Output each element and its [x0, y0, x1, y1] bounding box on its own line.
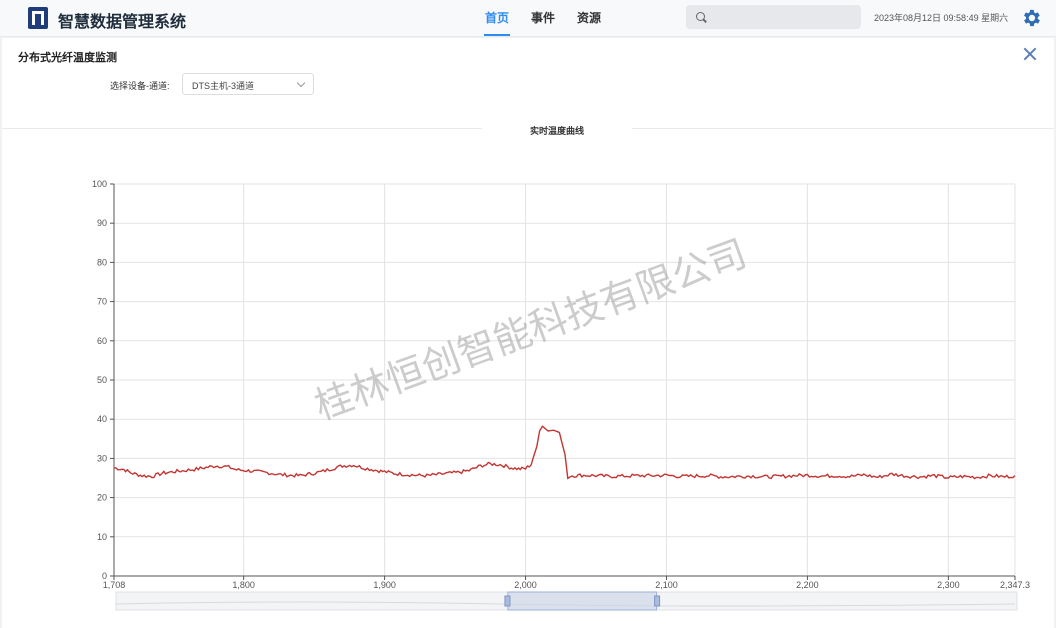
- y-tick-label: 100: [92, 179, 107, 189]
- y-tick-label: 70: [97, 297, 107, 307]
- y-tick-label: 40: [97, 414, 107, 424]
- y-tick-label: 90: [97, 218, 107, 228]
- x-tick-label: 2,200: [796, 580, 819, 590]
- x-tick-label: 2,000: [514, 580, 537, 590]
- zoom-handle-left[interactable]: [504, 595, 511, 607]
- x-tick-label: 2,300: [937, 580, 960, 590]
- x-tick-label: 1,800: [232, 580, 255, 590]
- zoom-handle-right[interactable]: [654, 595, 661, 607]
- y-tick-label: 60: [97, 336, 107, 346]
- x-tick-label: 2,100: [655, 580, 678, 590]
- y-tick-label: 30: [97, 453, 107, 463]
- x-tick-label: 2,347.3: [1000, 580, 1030, 590]
- y-tick-label: 50: [97, 375, 107, 385]
- x-tick-label: 1,900: [373, 580, 396, 590]
- y-tick-label: 10: [97, 532, 107, 542]
- temperature-chart: 01020304050607080901001,708 1,800 1,900 2,0…: [92, 179, 1030, 611]
- x-tick-label: 1,708: [103, 580, 126, 590]
- y-tick-label: 20: [97, 493, 107, 503]
- y-tick-label: 80: [97, 257, 107, 267]
- temperature-series-line: [113, 425, 1016, 480]
- zoom-window[interactable]: [507, 591, 658, 611]
